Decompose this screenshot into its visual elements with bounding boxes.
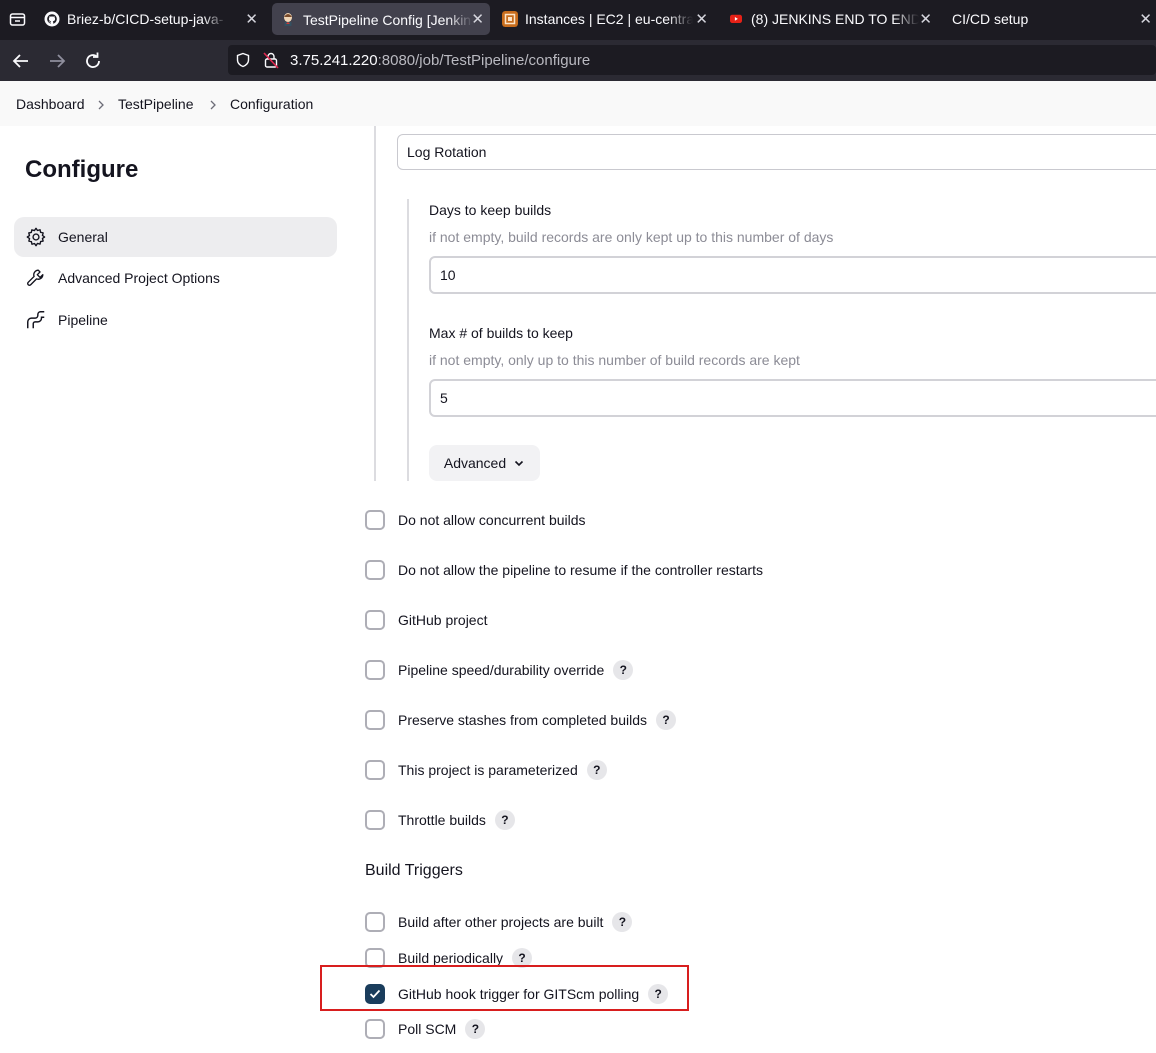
help-icon[interactable]: ?	[465, 1019, 486, 1039]
help-icon[interactable]: ?	[648, 984, 669, 1004]
option-label: Build periodically	[398, 950, 504, 966]
shield-icon[interactable]	[235, 52, 251, 68]
days-to-keep-label: Days to keep builds	[429, 202, 552, 218]
build-triggers-heading: Build Triggers	[365, 862, 463, 879]
option-durability-override[interactable]: Pipeline speed/durability override ?	[365, 659, 634, 681]
checkbox[interactable]	[365, 1019, 385, 1039]
close-tab-icon[interactable]: ✕	[245, 10, 258, 28]
sidebar-item-pipeline[interactable]: Pipeline	[14, 300, 337, 340]
option-parameterized[interactable]: This project is parameterized ?	[365, 759, 607, 781]
url-path: :8080/job/TestPipeline/configure	[377, 52, 591, 69]
youtube-icon	[730, 14, 742, 23]
option-label: This project is parameterized	[398, 762, 578, 778]
option-label: GitHub hook trigger for GITScm polling	[398, 986, 640, 1002]
tab-title: Briez-b/CICD-setup-java-	[67, 11, 224, 27]
checkbox[interactable]	[365, 510, 385, 530]
checkbox[interactable]	[365, 610, 385, 630]
option-label: GitHub project	[398, 612, 488, 628]
sidebar-item-label: General	[58, 229, 108, 245]
days-to-keep-help: if not empty, build records are only kep…	[429, 229, 834, 245]
close-tab-icon[interactable]: ✕	[695, 10, 708, 28]
trigger-poll-scm[interactable]: Poll SCM ?	[365, 1018, 486, 1040]
insecure-lock-icon[interactable]	[263, 51, 279, 69]
sidebar-item-advanced-project-options[interactable]: Advanced Project Options	[14, 258, 337, 298]
option-label: Do not allow concurrent builds	[398, 512, 586, 528]
checkbox[interactable]	[365, 660, 385, 680]
chevron-right-icon	[98, 100, 104, 110]
chevron-right-icon	[210, 100, 216, 110]
tab-title: TestPipeline Config [Jenkins]	[303, 11, 473, 28]
close-tab-icon[interactable]: ✕	[471, 10, 484, 28]
close-tab-icon[interactable]: ✕	[1139, 10, 1152, 28]
section-divider	[374, 126, 376, 481]
help-icon[interactable]: ?	[613, 660, 634, 680]
advanced-button[interactable]: Advanced	[429, 445, 540, 481]
checkmark-icon	[369, 989, 381, 999]
breadcrumb-dashboard[interactable]: Dashboard	[16, 96, 85, 112]
reload-icon[interactable]	[81, 49, 105, 73]
chevron-down-icon	[515, 460, 524, 467]
close-tab-icon[interactable]: ✕	[919, 10, 932, 28]
wrench-icon	[27, 269, 44, 286]
option-label: Build after other projects are built	[398, 914, 604, 930]
sidebar-item-general[interactable]: General	[14, 217, 337, 257]
url-host: 3.75.241.220	[290, 52, 378, 69]
page-title: Configure	[25, 156, 139, 183]
sidebar-item-label: Advanced Project Options	[58, 270, 220, 286]
option-label: Do not allow the pipeline to resume if t…	[398, 562, 763, 578]
checkbox-checked[interactable]	[365, 984, 385, 1004]
browser-tab-aws[interactable]: Instances | EC2 | eu-central ✕	[502, 0, 714, 38]
option-resume-pipeline[interactable]: Do not allow the pipeline to resume if t…	[365, 559, 763, 581]
tab-title: Instances | EC2 | eu-central	[525, 11, 693, 27]
browser-tab-cicd[interactable]: CI/CD setup ✕	[952, 0, 1156, 38]
browser-tab-jenkins[interactable]: TestPipeline Config [Jenkins] ✕	[272, 3, 490, 35]
sidebar-item-label: Pipeline	[58, 312, 108, 328]
checkbox[interactable]	[365, 810, 385, 830]
option-label: Pipeline speed/durability override	[398, 662, 605, 678]
option-label: Throttle builds	[398, 812, 486, 828]
option-throttle-builds[interactable]: Throttle builds ?	[365, 809, 515, 831]
back-arrow-icon[interactable]	[9, 49, 33, 73]
max-builds-label: Max # of builds to keep	[429, 325, 573, 341]
option-preserve-stashes[interactable]: Preserve stashes from completed builds ?	[365, 709, 676, 731]
url-text[interactable]: 3.75.241.220:8080/job/TestPipeline/confi…	[290, 52, 590, 69]
max-builds-input[interactable]: 5	[429, 379, 1156, 417]
days-to-keep-input[interactable]: 10	[429, 256, 1156, 294]
tab-title: CI/CD setup	[952, 11, 1029, 27]
pipeline-icon	[27, 311, 45, 329]
max-builds-help: if not empty, only up to this number of …	[429, 352, 800, 368]
tab-title: (8) JENKINS END TO END	[751, 11, 919, 27]
forward-arrow-icon[interactable]	[45, 49, 69, 73]
trigger-github-hook[interactable]: GitHub hook trigger for GITScm polling ?	[365, 983, 669, 1005]
nested-divider	[407, 199, 409, 481]
trigger-build-after-other-projects[interactable]: Build after other projects are built ?	[365, 911, 633, 933]
breadcrumb-configuration[interactable]: Configuration	[230, 96, 313, 112]
browser-tab-github[interactable]: Briez-b/CICD-setup-java- ✕	[44, 0, 264, 38]
option-label: Preserve stashes from completed builds	[398, 712, 647, 728]
help-icon[interactable]: ?	[586, 760, 607, 780]
help-icon[interactable]: ?	[656, 710, 676, 730]
aws-icon	[502, 11, 518, 27]
build-discarder-strategy-select[interactable]: Log Rotation	[397, 134, 1156, 170]
checkbox[interactable]	[365, 912, 385, 932]
checkbox[interactable]	[365, 710, 385, 730]
help-icon[interactable]: ?	[612, 912, 633, 932]
browser-tab-youtube[interactable]: (8) JENKINS END TO END ✕	[728, 0, 938, 38]
breadcrumb-testpipeline[interactable]: TestPipeline	[118, 96, 194, 112]
jenkins-icon	[284, 13, 292, 26]
checkbox[interactable]	[365, 760, 385, 780]
option-label: Poll SCM	[398, 1021, 457, 1037]
github-icon	[44, 11, 60, 27]
checkbox[interactable]	[365, 560, 385, 580]
advanced-button-label: Advanced	[443, 455, 507, 471]
tab-list-icon[interactable]	[9, 11, 26, 28]
option-concurrent-builds[interactable]: Do not allow concurrent builds	[365, 509, 586, 531]
gear-icon	[26, 227, 46, 247]
option-github-project[interactable]: GitHub project	[365, 609, 487, 631]
help-icon[interactable]: ?	[494, 810, 515, 830]
browser-tab-bar: Briez-b/CICD-setup-java- ✕ TestPipeline …	[0, 0, 1156, 40]
